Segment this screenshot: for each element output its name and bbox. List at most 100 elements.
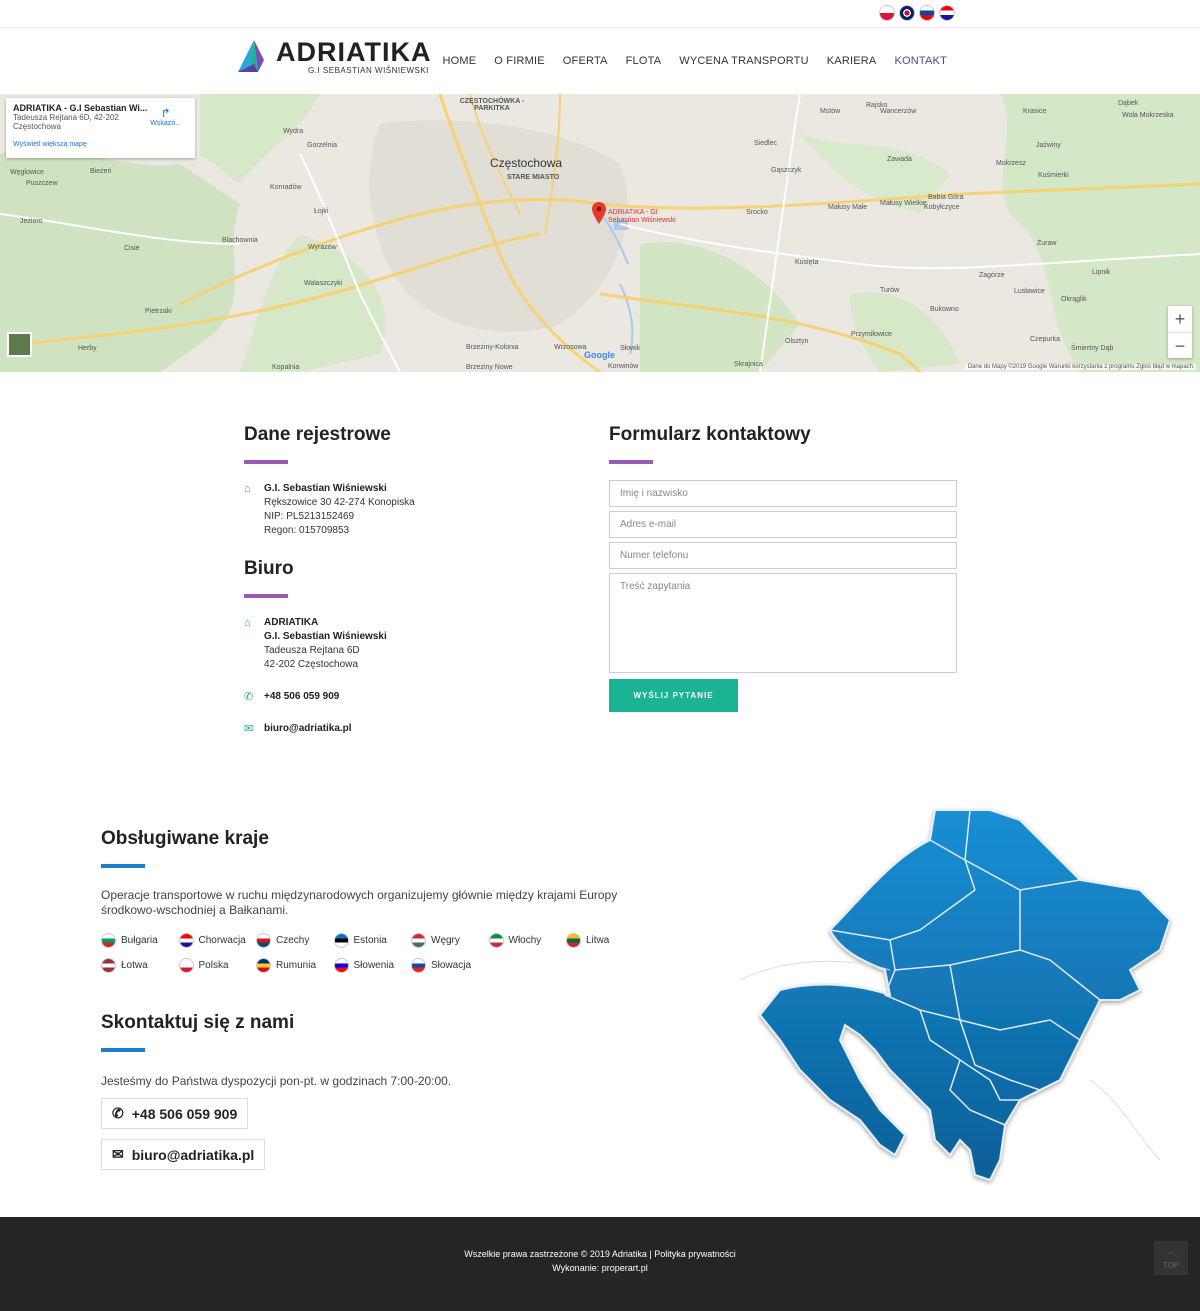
countries-intro: Operacje transportowe w ruchu międzynaro… xyxy=(101,888,618,917)
title-underline xyxy=(244,460,288,464)
google-logo: Google xyxy=(584,350,615,360)
submit-button[interactable]: WYŚLIJ PYTANIE xyxy=(609,679,738,712)
country-name: Bułgaria xyxy=(121,935,158,946)
map-larger-link[interactable]: Wyświetl większą mapę xyxy=(13,141,188,148)
nav-home[interactable]: HOME xyxy=(442,55,476,67)
map-place-label: Lusławice xyxy=(1014,288,1045,295)
message-textarea[interactable]: Treść zapytania xyxy=(609,573,957,673)
country-name: Estonia xyxy=(353,935,387,946)
map-place-label: Gąszczyk xyxy=(771,167,802,174)
contact-us-title: Skontaktuj się z nami xyxy=(101,1012,295,1033)
map-place-label: Kopalnia xyxy=(272,364,300,371)
country-item: Czechy xyxy=(256,928,334,953)
map-place-label: Skrajnica xyxy=(734,361,763,368)
email-input[interactable]: Adres e-mail xyxy=(609,511,957,538)
map-satellite-toggle[interactable] xyxy=(7,332,32,357)
slovenia-flag-icon xyxy=(333,958,349,973)
map-place-label: Łojki xyxy=(314,208,329,215)
office-email[interactable]: ✉ biuro@adriatika.pl xyxy=(244,722,564,736)
phone-icon: ✆ xyxy=(244,691,254,703)
title-underline xyxy=(101,864,145,868)
office-phone[interactable]: ✆ +48 506 059 909 xyxy=(244,690,564,704)
country-item: Słowacja xyxy=(411,953,489,978)
map-pin-icon[interactable] xyxy=(592,202,606,224)
map-place-label: Okrąglik xyxy=(1061,296,1087,303)
registration-regon: Regon: 015709853 xyxy=(264,525,350,536)
contact-section: Dane rejestrowe ⌂ G.I. Sebastian Wiśniew… xyxy=(0,372,1200,772)
countries-block: Obsługiwane kraje Operacje transportowe … xyxy=(101,828,661,978)
back-to-top-button[interactable]: ︿ TOP xyxy=(1154,1241,1188,1275)
nav-oferta[interactable]: OFERTA xyxy=(563,55,608,67)
site-header: ADRIATIKA G.I SEBASTIAN WIŚNIEWSKI HOME … xyxy=(0,28,1200,94)
bulgaria-flag-icon xyxy=(101,933,116,948)
map-zoom-controls: + − xyxy=(1168,306,1192,358)
title-underline xyxy=(609,460,653,464)
map-place-label: Korwinów xyxy=(608,363,639,370)
map-place-label: Mokrzesz xyxy=(996,160,1026,167)
office-details: ⌂ ADRIATIKA G.I. Sebastian Wiśniewski Ta… xyxy=(244,616,564,672)
hungary-flag-icon xyxy=(411,933,426,948)
map-place-label: Brzeziny-Kolonia xyxy=(466,344,519,351)
nav-kariera[interactable]: KARIERA xyxy=(827,55,877,67)
map-directions-button[interactable]: ↱ Wskazó... xyxy=(150,106,181,127)
country-item: Chorwacja xyxy=(178,928,257,953)
map-place-label: Gorzelnia xyxy=(307,142,337,149)
directions-icon: ↱ xyxy=(160,106,171,120)
phone-box-value[interactable]: +48 506 059 909 xyxy=(132,1106,238,1122)
uk-flag-icon[interactable] xyxy=(899,5,915,21)
footer-copyright[interactable]: Wszelkie prawa zastrzeżone © 2019 Adriat… xyxy=(0,1249,1200,1259)
poland-flag-icon[interactable] xyxy=(879,5,895,21)
slovakia-flag-icon xyxy=(411,958,426,973)
slovenia-flag-icon[interactable] xyxy=(919,5,935,21)
map-pin-label-1: ADRIATIKA - GI xyxy=(608,209,658,216)
map-place-label: Zagórze xyxy=(979,272,1005,279)
contact-us-block: Skontaktuj się z nami Jesteśmy do Państw… xyxy=(101,1012,451,1170)
office-phone-value[interactable]: +48 506 059 909 xyxy=(264,690,339,704)
country-name: Słowenia xyxy=(353,960,395,971)
croatia-flag-icon[interactable] xyxy=(939,5,955,21)
nav-wycena-transportu[interactable]: WYCENA TRANSPORTU xyxy=(679,55,809,67)
czech-flag-icon xyxy=(256,933,271,948)
map-place-label: Małusy Małe xyxy=(828,204,868,211)
google-map[interactable]: ADRIATIKA - G.I Sebastian Wi... Tadeusza… xyxy=(0,94,1200,372)
map-place-label: Przymiłowice xyxy=(851,331,892,338)
envelope-icon: ✉ xyxy=(244,723,254,735)
map-place-label: Brzeziny Nowe xyxy=(466,364,513,371)
nav-kontakt[interactable]: KONTAKT xyxy=(894,55,947,67)
zoom-out-button[interactable]: − xyxy=(1168,332,1192,358)
name-input[interactable]: Imię i nazwisko xyxy=(609,480,957,507)
countries-section: Obsługiwane kraje Operacje transportowe … xyxy=(0,772,1200,1217)
country-name: Włochy xyxy=(508,935,542,946)
map-place-label: Kuśmierki xyxy=(1038,172,1069,179)
europe-map-illustration xyxy=(739,809,1172,1182)
nav-o-firmie[interactable]: O FIRMIE xyxy=(494,55,545,67)
chevron-up-icon: ︿ xyxy=(1167,1247,1175,1256)
country-name: Słowacja xyxy=(431,960,472,971)
map-place-label: Kobyłczyce xyxy=(924,204,960,211)
nav-flota[interactable]: FLOTA xyxy=(626,55,662,67)
top-bar xyxy=(0,0,1200,28)
map-place-label: Blachownia xyxy=(222,237,258,244)
map-place-label: Puszczew xyxy=(26,180,58,187)
registration-block: Dane rejestrowe ⌂ G.I. Sebastian Wiśniew… xyxy=(244,424,564,736)
map-place-label: Jaźwiny xyxy=(1036,142,1061,149)
footer-credits[interactable]: Wykonanie: properart.pl xyxy=(0,1263,1200,1273)
map-place-label: Herby xyxy=(78,345,97,352)
phone-box[interactable]: ✆ +48 506 059 909 xyxy=(101,1098,249,1129)
office-email-value[interactable]: biuro@adriatika.pl xyxy=(264,722,352,736)
map-attribution[interactable]: Dane do Mapy ©2019 Google Warunki korzys… xyxy=(964,364,1196,370)
countries-list: Bułgaria Chorwacja Czechy Estonia Węgry Włoch… xyxy=(101,928,661,978)
country-name: Polska xyxy=(198,960,229,971)
logo[interactable]: ADRIATIKA G.I SEBASTIAN WIŚNIEWSKI xyxy=(234,38,431,75)
map-place-label: Wydra xyxy=(283,128,304,135)
map-place-label: Srocko xyxy=(746,209,768,216)
map-place-label: Zawada xyxy=(887,156,912,163)
croatia-flag-icon xyxy=(178,933,194,948)
countries-title: Obsługiwane kraje xyxy=(101,828,269,849)
email-box[interactable]: ✉ biuro@adriatika.pl xyxy=(101,1139,266,1170)
phone-input[interactable]: Numer telefonu xyxy=(609,542,957,569)
home-icon: ⌂ xyxy=(244,483,251,495)
country-name: Łotwa xyxy=(121,960,148,971)
email-box-value[interactable]: biuro@adriatika.pl xyxy=(132,1147,255,1163)
zoom-in-button[interactable]: + xyxy=(1168,306,1192,332)
